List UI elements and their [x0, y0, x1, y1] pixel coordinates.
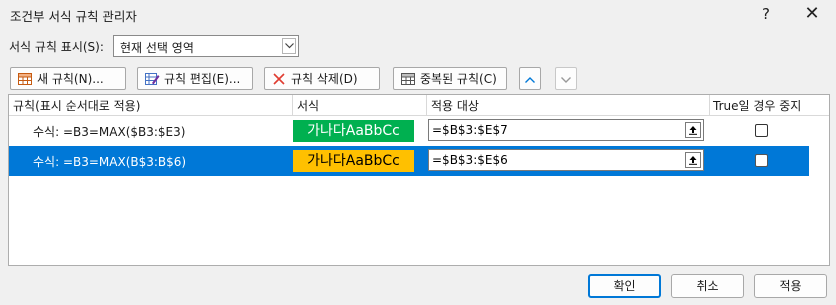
edit-rule-label: 규칙 편집(E)...	[164, 72, 241, 86]
stop-if-true-checkbox[interactable]	[755, 154, 768, 167]
duplicate-rule-label: 중복된 규칙(C)	[420, 72, 497, 86]
header-format: 서식	[297, 99, 320, 113]
rule-description: 수식: =B3=MAX(B$3:B$6)	[33, 155, 187, 169]
rule-row-1[interactable]: 수식: =B3=MAX($B3:$E3) 가나다AaBbCc =$B$3:$E$…	[9, 116, 809, 146]
chevron-down-icon	[561, 72, 571, 86]
table-grid-icon	[17, 71, 33, 87]
apply-button[interactable]: 적용	[754, 274, 827, 298]
collapse-dialog-icon[interactable]	[685, 152, 701, 168]
chevron-up-icon	[525, 72, 535, 86]
move-up-button[interactable]	[519, 67, 541, 90]
duplicate-rule-button[interactable]: 중복된 규칙(C)	[393, 67, 507, 90]
header-divider	[426, 95, 427, 115]
header-stop-if-true: True일 경우 중지	[713, 99, 802, 113]
delete-rule-button[interactable]: 규칙 삭제(D)	[264, 67, 380, 90]
duplicate-grid-icon	[400, 71, 416, 87]
edit-pencil-icon	[144, 71, 160, 87]
window-title: 조건부 서식 규칙 관리자	[10, 9, 137, 24]
show-rules-label: 서식 규칙 표시(S):	[9, 40, 104, 54]
new-rule-label: 새 규칙(N)...	[37, 72, 104, 86]
delete-x-icon	[271, 71, 287, 87]
delete-rule-label: 규칙 삭제(D)	[291, 72, 358, 86]
applies-to-field[interactable]: =$B$3:$E$6	[428, 149, 704, 171]
stop-if-true-checkbox[interactable]	[755, 124, 768, 137]
move-down-button[interactable]	[555, 67, 577, 90]
title-bar: 조건부 서식 규칙 관리자 ? ✕	[0, 0, 836, 28]
format-preview: 가나다AaBbCc	[293, 120, 414, 142]
collapse-dialog-icon[interactable]	[685, 122, 701, 138]
rule-row-2[interactable]: 수식: =B3=MAX(B$3:B$6) 가나다AaBbCc =$B$3:$E$…	[9, 146, 809, 176]
applies-to-value: =$B$3:$E$7	[432, 123, 508, 137]
header-divider	[709, 95, 710, 115]
chevron-down-icon[interactable]	[282, 38, 296, 54]
ok-button[interactable]: 확인	[588, 274, 661, 298]
rules-header: 규칙(표시 순서대로 적용) 서식 적용 대상 True일 경우 중지	[9, 95, 829, 116]
applies-to-field[interactable]: =$B$3:$E$7	[428, 119, 704, 141]
applies-to-value: =$B$3:$E$6	[432, 153, 508, 167]
rule-description: 수식: =B3=MAX($B3:$E3)	[33, 125, 186, 139]
cancel-button[interactable]: 취소	[671, 274, 744, 298]
close-button[interactable]: ✕	[792, 2, 832, 26]
rules-list: 규칙(표시 순서대로 적용) 서식 적용 대상 True일 경우 중지 수식: …	[8, 94, 830, 266]
show-rules-dropdown[interactable]: 현재 선택 영역	[113, 35, 299, 57]
new-rule-button[interactable]: 새 규칙(N)...	[10, 67, 126, 90]
header-divider	[292, 95, 293, 115]
help-button[interactable]: ?	[746, 2, 786, 26]
header-applies-to: 적용 대상	[431, 99, 479, 113]
edit-rule-button[interactable]: 규칙 편집(E)...	[137, 67, 253, 90]
format-preview: 가나다AaBbCc	[293, 150, 414, 172]
header-rule: 규칙(표시 순서대로 적용)	[13, 99, 141, 113]
show-rules-value: 현재 선택 영역	[120, 41, 194, 55]
